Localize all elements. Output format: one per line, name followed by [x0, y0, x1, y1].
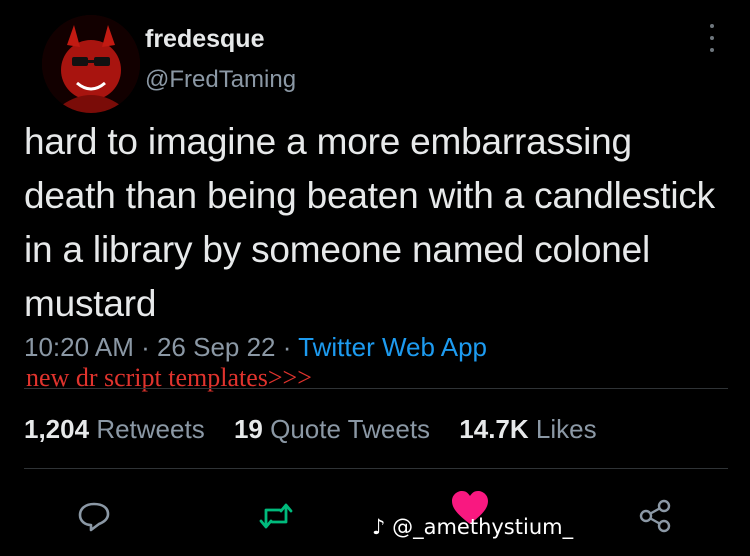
likes-count: 14.7K — [459, 414, 529, 444]
watermark-handle: @_amethystium_ — [392, 515, 574, 539]
retweet-icon — [259, 503, 293, 529]
tweet-date[interactable]: 26 Sep 22 — [157, 332, 276, 362]
tweet-time[interactable]: 10:20 AM — [24, 332, 134, 362]
tiktok-icon: ♪ — [372, 515, 386, 539]
share-button[interactable] — [636, 496, 676, 536]
retweet-button[interactable] — [256, 496, 296, 536]
likes-stat[interactable]: 14.7K Likes — [459, 414, 596, 444]
quote-tweets-stat[interactable]: 19 Quote Tweets — [234, 414, 430, 444]
tweet-text: hard to imagine a more embarrassing deat… — [24, 121, 715, 324]
retweets-count: 1,204 — [24, 414, 90, 444]
meta-separator: · — [275, 332, 299, 362]
tweet-stats: 1,204 Retweets 19 Quote Tweets 14.7K Lik… — [24, 414, 619, 445]
reply-icon — [78, 502, 110, 532]
tiktok-watermark: ♪ @_amethystium_ — [372, 515, 573, 539]
likes-label: Likes — [535, 414, 597, 444]
retweets-label: Retweets — [96, 414, 205, 444]
meta-separator: · — [133, 332, 157, 362]
quote-tweets-count: 19 — [233, 414, 263, 444]
display-name[interactable]: fredesque — [145, 25, 264, 54]
tweet-meta: 10:20 AM · 26 Sep 22 · Twitter Web App — [24, 332, 487, 363]
devil-avatar-image — [42, 15, 140, 113]
share-icon — [639, 499, 671, 533]
user-handle[interactable]: @FredTaming — [145, 66, 296, 94]
divider — [24, 388, 728, 389]
divider — [24, 468, 728, 469]
retweets-stat[interactable]: 1,204 Retweets — [24, 414, 205, 444]
more-options-icon[interactable] — [706, 24, 718, 52]
tweet-source-link[interactable]: Twitter Web App — [298, 332, 487, 362]
reply-button[interactable] — [74, 496, 114, 536]
quote-tweets-label: Quote Tweets — [270, 414, 431, 444]
avatar[interactable] — [42, 15, 140, 113]
